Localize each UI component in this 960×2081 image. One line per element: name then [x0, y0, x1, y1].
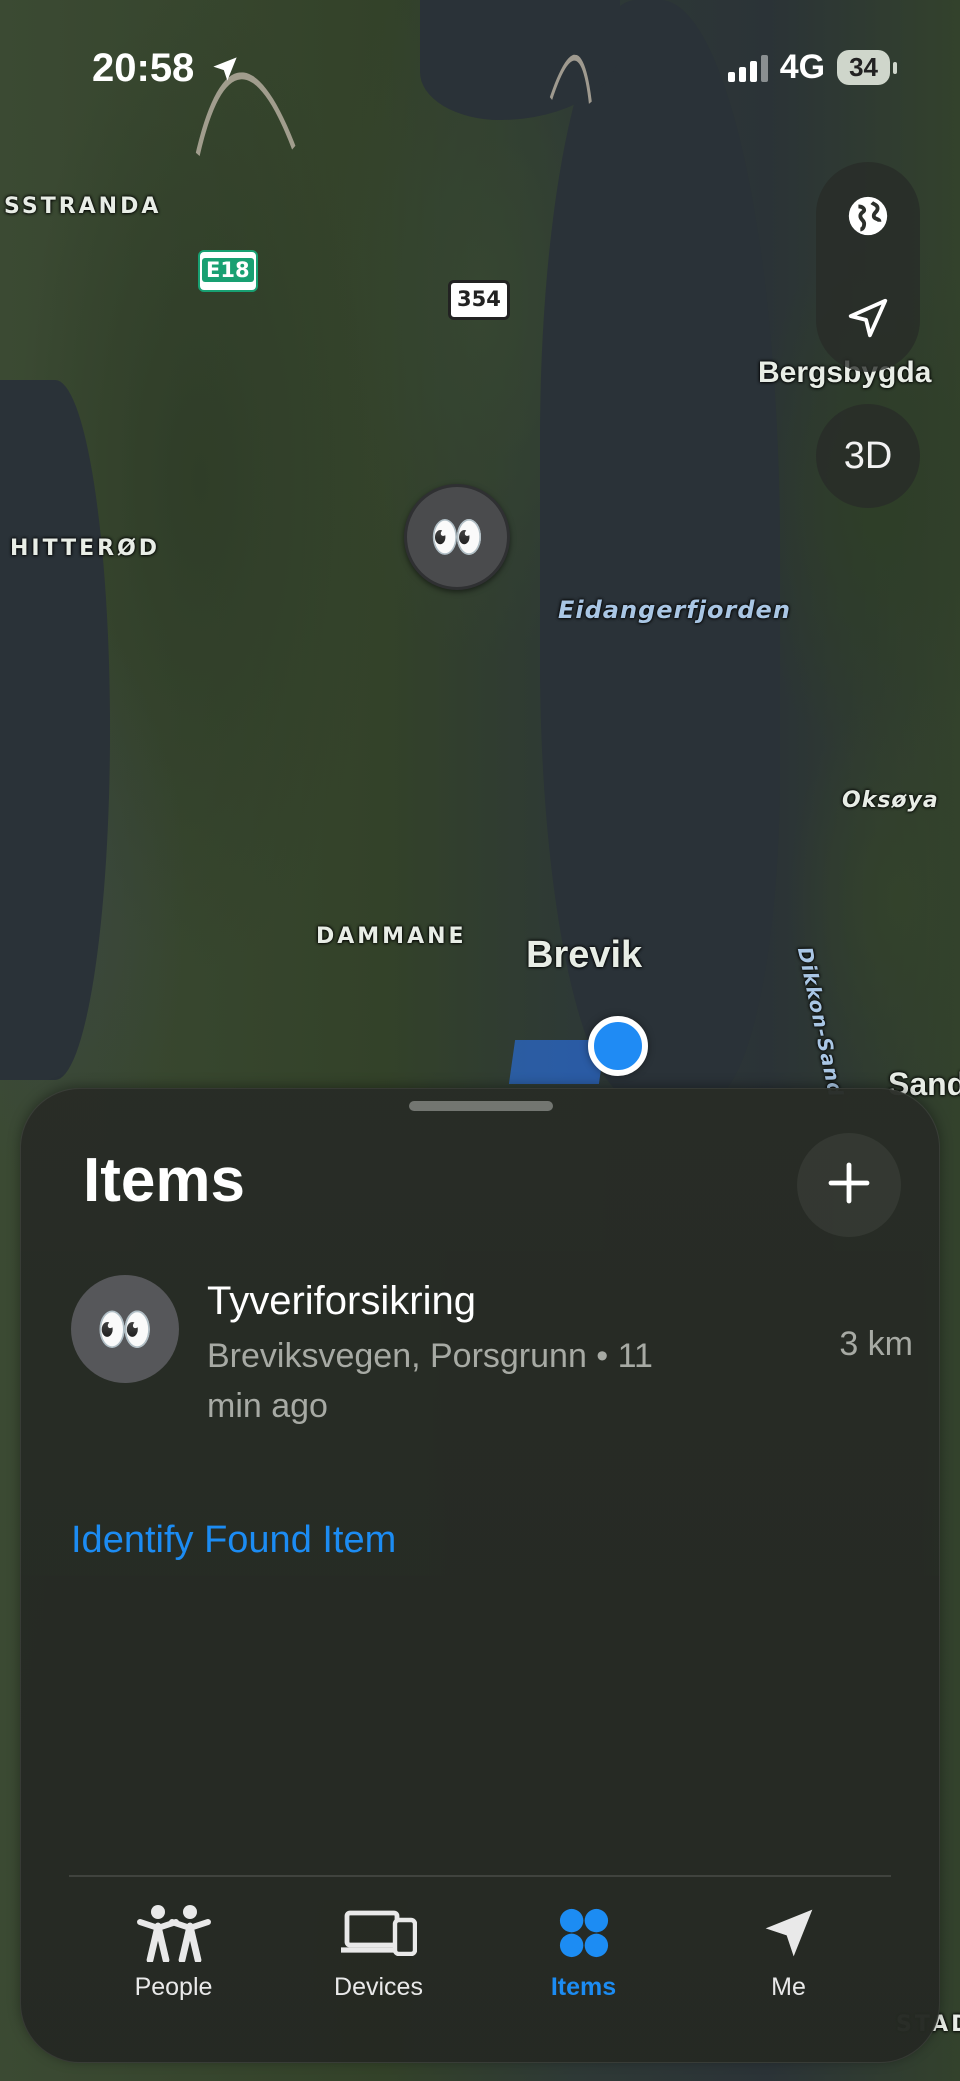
globe-icon — [845, 193, 891, 244]
sheet-title: Items — [83, 1146, 245, 1215]
devices-icon — [340, 1899, 417, 1967]
add-item-button[interactable] — [797, 1133, 901, 1237]
status-indicators: 4G 34 — [727, 48, 897, 87]
user-location-dot[interactable] — [588, 1016, 648, 1076]
tab-items-label: Items — [550, 1973, 617, 2001]
tab-people-label: People — [134, 1973, 213, 2001]
sheet-grabber[interactable] — [409, 1101, 553, 1111]
map-label-sstranda: SSTRANDA — [4, 194, 162, 219]
people-icon — [136, 1899, 212, 1967]
items-sheet[interactable]: Items 👀 Tyveriforsikring Breviksvegen, P… — [20, 1088, 940, 2063]
map-label-dammane: DAMMANE — [316, 924, 467, 949]
identify-found-item-link[interactable]: Identify Found Item — [71, 1519, 396, 1562]
track-location-button[interactable] — [816, 268, 920, 372]
location-arrow-icon — [761, 1899, 817, 1967]
map-label-brevik: Brevik — [526, 934, 643, 976]
list-item[interactable]: 👀 Tyveriforsikring Breviksvegen, Porsgru… — [71, 1275, 913, 1435]
map-label-eidangerfjorden: Eidangerfjorden — [558, 596, 791, 624]
status-time-text: 20:58 — [92, 46, 195, 90]
map-label-oksoya: Oksøya — [842, 788, 939, 813]
location-services-icon — [211, 48, 239, 93]
tab-devices-label: Devices — [334, 1973, 423, 2001]
network-type: 4G — [779, 48, 826, 86]
tab-items[interactable]: Items — [494, 1899, 674, 2019]
map-label-hitterod: HITTERØD — [10, 536, 161, 561]
road-shield-354: 354 — [448, 280, 510, 320]
road-shield-e18: E18 — [198, 250, 258, 292]
tab-bar-divider — [69, 1875, 891, 1877]
map-style-button[interactable] — [816, 166, 920, 270]
left-water — [0, 380, 110, 1080]
3d-toggle-button[interactable]: 3D — [816, 404, 920, 508]
status-time: 20:58 — [92, 46, 239, 93]
item-name: Tyveriforsikring — [207, 1279, 476, 1323]
item-avatar: 👀 — [71, 1275, 179, 1383]
tab-people[interactable]: People — [84, 1899, 264, 2019]
items-icon — [557, 1899, 611, 1967]
tab-devices[interactable]: Devices — [289, 1899, 469, 2019]
map-controls — [816, 162, 920, 372]
item-location-time: Breviksvegen, Porsgrunn • 11 min ago — [207, 1337, 653, 1425]
cellular-signal-icon — [727, 54, 768, 82]
item-distance: 3 km — [839, 1325, 913, 1363]
item-map-pin[interactable]: 👀 — [404, 484, 510, 590]
plus-icon — [825, 1159, 873, 1212]
tab-me-label: Me — [771, 1973, 806, 2001]
tab-me[interactable]: Me — [699, 1899, 879, 2019]
map-label-dikkon-sand: Dikkon-Sand — [792, 944, 849, 1100]
battery-indicator: 34 — [837, 50, 897, 85]
location-arrow-outline-icon — [845, 295, 891, 346]
tab-bar: People Devices Items Me — [71, 1899, 891, 2019]
